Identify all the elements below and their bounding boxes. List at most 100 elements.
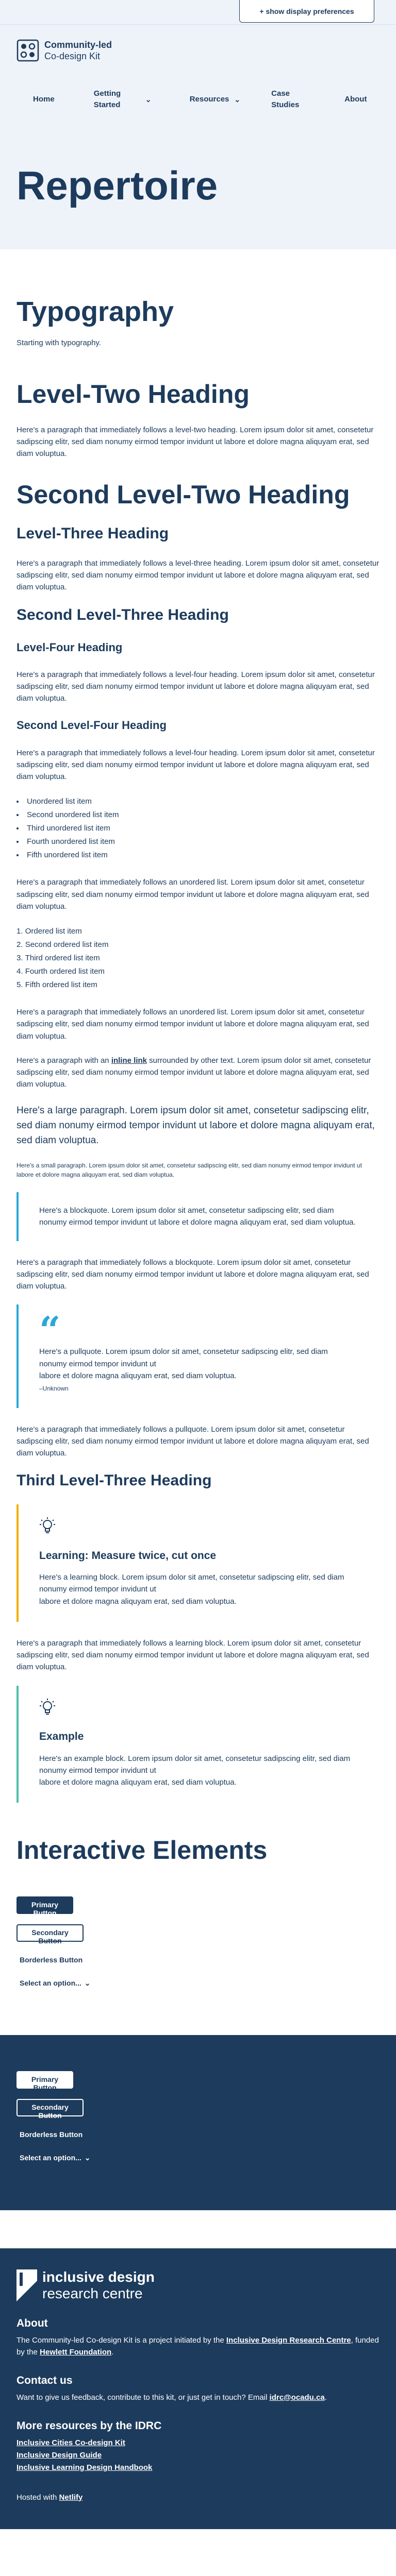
second-level-four-heading: Second Level-Four Heading xyxy=(16,719,167,732)
nav-getting-started[interactable]: Getting Started ⌄ xyxy=(94,88,161,111)
list-item: Fifth unordered list item xyxy=(16,849,380,862)
borderless-button-dark[interactable]: Borderless Button xyxy=(16,2127,86,2142)
lightbulb-icon xyxy=(40,1517,55,1534)
hewlett-link[interactable]: Hewlett Foundation xyxy=(40,2348,111,2357)
small-paragraph: Here's a small paragraph. Lorem ipsum do… xyxy=(16,1161,362,1179)
idrc-link[interactable]: Inclusive Design Research Centre xyxy=(226,2336,351,2345)
nav-getting-started-label: Getting Started xyxy=(93,89,121,109)
learning-title: Learning: Measure twice, cut once xyxy=(39,1549,217,1562)
logo-line-2: Co-design Kit xyxy=(44,51,101,61)
typography-heading: Typography xyxy=(16,296,174,327)
list-item: Fourth unordered list item xyxy=(16,835,380,849)
learning-text: Here's a learning block. Lorem ipsum dol… xyxy=(39,1571,359,1607)
pullquote-line-2: nonumy eirmod tempor invidunt ut xyxy=(39,1359,156,1368)
paragraph-after-unordered-list: Here's a paragraph that immediately foll… xyxy=(16,878,369,911)
nav-about-label: About xyxy=(344,95,367,104)
list-item: Inclusive Design Guide xyxy=(16,2449,380,2462)
netlify-link[interactable]: Netlify xyxy=(59,2493,83,2502)
idrc-logo-text: inclusive design research centre xyxy=(42,2269,155,2302)
nav-case-studies[interactable]: Case Studies xyxy=(271,88,302,111)
select-label: Select an option... xyxy=(20,2154,81,2162)
idrc-logo-icon xyxy=(16,2269,37,2302)
pullquote: “ Here's a pullquote. Lorem ipsum dolor … xyxy=(16,1304,380,1408)
list-item: Unordered list item xyxy=(16,795,380,808)
footer-contact-heading: Contact us xyxy=(16,2375,73,2387)
chevron-down-icon: ⌄ xyxy=(234,95,241,104)
site-logo[interactable]: Community-led Co-design Kit xyxy=(16,35,380,66)
level-three-heading: Level-Three Heading xyxy=(16,524,169,542)
list-item: Third unordered list item xyxy=(16,822,380,835)
preferences-bar: + show display preferences xyxy=(0,0,396,25)
paragraph-after-l2: Here's a paragraph that immediately foll… xyxy=(16,425,374,459)
dark-interactive-section: Primary Button Secondary Button Borderle… xyxy=(0,2035,396,2211)
borderless-button[interactable]: Borderless Button xyxy=(16,1952,86,1968)
link-para-before: Here's a paragraph with an xyxy=(16,1056,111,1065)
level-four-heading: Level-Four Heading xyxy=(16,640,123,654)
footer-about-text: The Community-led Co-design Kit is a pro… xyxy=(16,2334,380,2359)
contact-end: . xyxy=(324,2393,327,2402)
pullquote-line-1: Here's a pullquote. Lorem ipsum dolor si… xyxy=(39,1347,328,1357)
chevron-down-icon: ⌄ xyxy=(84,2154,91,2162)
about-end: . xyxy=(111,2347,114,2357)
cities-kit-link[interactable]: Inclusive Cities Co-design Kit xyxy=(16,2438,125,2447)
ordered-list: Ordered list item Second ordered list it… xyxy=(16,925,380,992)
example-line-1: Here's an example block. Lorem ipsum dol… xyxy=(39,1754,351,1763)
paragraph-after-learning: Here's a paragraph that immediately foll… xyxy=(16,1638,369,1672)
email-link[interactable]: idrc@ocadu.ca xyxy=(270,2393,325,2402)
large-paragraph: Here's a large paragraph. Lorem ipsum do… xyxy=(16,1105,375,1146)
chevron-down-icon: ⌄ xyxy=(145,95,152,104)
pullquote-citation: –Unknown xyxy=(39,1385,69,1393)
option-select-dark[interactable]: Select an option... ⌄ xyxy=(16,2153,380,2164)
learning-line-2: nonumy eirmod tempor invidunt ut xyxy=(39,1585,156,1594)
secondary-button-dark[interactable]: Secondary Button xyxy=(16,2099,84,2120)
lightbulb-icon xyxy=(40,1698,55,1715)
logo-text: Community-led Co-design Kit xyxy=(44,39,112,62)
inline-link[interactable]: inline link xyxy=(111,1056,147,1065)
footer-resource-links: Inclusive Cities Co-design Kit Inclusive… xyxy=(16,2437,380,2474)
blockquote-text: Here's a blockquote. Lorem ipsum dolor s… xyxy=(39,1206,356,1227)
footer-more-heading: More resources by the IDRC xyxy=(16,2419,162,2432)
list-item: Fourth ordered list item xyxy=(16,965,380,978)
example-line-2: nonumy eirmod tempor invidunt ut xyxy=(39,1766,156,1775)
hero: Repertoire xyxy=(0,133,396,249)
paragraph-after-second-l4: Here's a paragraph that immediately foll… xyxy=(16,748,375,782)
quote-mark-icon: “ xyxy=(39,1308,61,1352)
nav-home[interactable]: Home xyxy=(33,94,55,105)
nav-case-studies-label: Case Studies xyxy=(271,89,300,109)
logo-line-1: Community-led xyxy=(44,40,112,50)
hosted-with: Hosted with Netlify xyxy=(16,2492,380,2503)
learning-block: Learning: Measure twice, cut once Here's… xyxy=(16,1504,380,1622)
option-select[interactable]: Select an option... ⌄ xyxy=(16,1978,380,1989)
nav-home-label: Home xyxy=(33,95,55,104)
co-design-kit-logo-icon xyxy=(16,39,39,62)
idrc-line-2: research centre xyxy=(42,2285,143,2302)
nav-resources[interactable]: Resources ⌄ xyxy=(190,94,240,105)
pullquote-line-3: labore et dolore magna aliquyam erat, se… xyxy=(39,1371,237,1380)
unordered-list: Unordered list item Second unordered lis… xyxy=(16,795,380,862)
handbook-link[interactable]: Inclusive Learning Design Handbook xyxy=(16,2463,152,2472)
pullquote-text: Here's a pullquote. Lorem ipsum dolor si… xyxy=(39,1346,359,1382)
secondary-button[interactable]: Secondary Button xyxy=(16,1924,84,1945)
show-display-preferences-button[interactable]: + show display preferences xyxy=(239,0,374,23)
list-item: Inclusive Cities Co-design Kit xyxy=(16,2437,380,2449)
nav-about[interactable]: About xyxy=(344,94,367,105)
paragraph-after-l3: Here's a paragraph that immediately foll… xyxy=(16,558,380,592)
idrc-logo[interactable]: inclusive design research centre xyxy=(16,2269,380,2302)
about-before: The Community-led Co-design Kit is a pro… xyxy=(16,2335,226,2345)
paragraph-after-ordered-list: Here's a paragraph that immediately foll… xyxy=(16,1008,369,1041)
select-label: Select an option... xyxy=(20,1978,81,1987)
footer-about-heading: About xyxy=(16,2317,48,2330)
hosted-before: Hosted with xyxy=(16,2493,59,2502)
primary-button-dark[interactable]: Primary Button xyxy=(16,2071,73,2092)
primary-button[interactable]: Primary Button xyxy=(16,1896,73,1917)
blockquote: Here's a blockquote. Lorem ipsum dolor s… xyxy=(16,1192,380,1241)
contact-before: Want to give us feedback, contribute to … xyxy=(16,2393,270,2402)
example-title: Example xyxy=(39,1730,84,1742)
paragraph-after-blockquote: Here's a paragraph that immediately foll… xyxy=(16,1258,369,1291)
section-divider xyxy=(0,2210,396,2249)
list-item: Fifth ordered list item xyxy=(16,978,380,992)
footer-contact-text: Want to give us feedback, contribute to … xyxy=(16,2392,380,2403)
paragraph-after-pullquote: Here's a paragraph that immediately foll… xyxy=(16,1425,369,1458)
design-guide-link[interactable]: Inclusive Design Guide xyxy=(16,2451,102,2460)
learning-line-1: Here's a learning block. Lorem ipsum dol… xyxy=(39,1573,344,1582)
